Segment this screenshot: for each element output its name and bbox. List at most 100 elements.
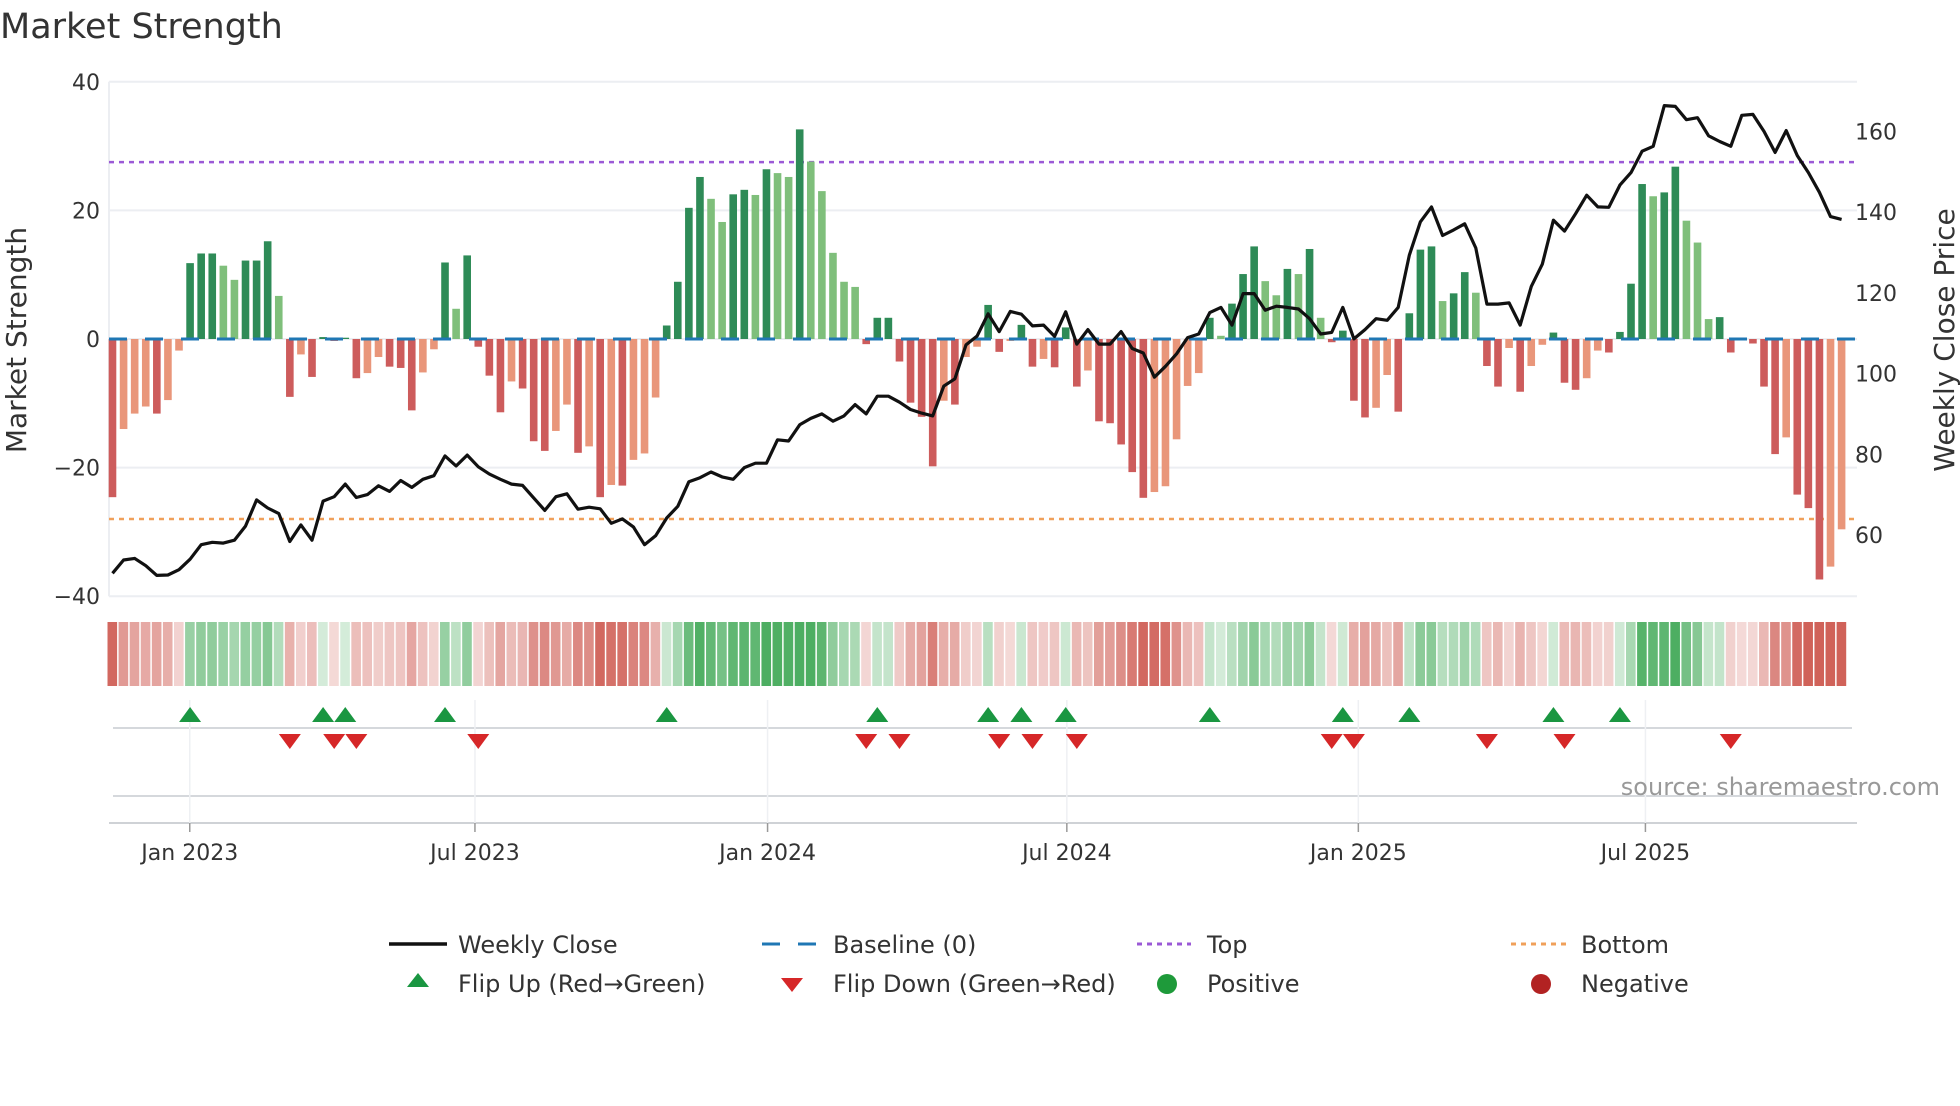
bar-negative <box>1571 339 1580 390</box>
circle-green-icon <box>1157 974 1177 994</box>
strip-cell <box>1836 622 1847 686</box>
strip-cell <box>683 622 694 686</box>
flip-down-marker <box>1065 734 1088 749</box>
bar-negative <box>651 339 660 398</box>
bar-positive <box>784 176 793 339</box>
strip-cell <box>129 622 140 686</box>
strip-cell <box>1293 622 1304 686</box>
strip-cell <box>1082 622 1093 686</box>
strip-cell <box>1027 622 1038 686</box>
strip-cell <box>573 622 583 686</box>
strip-cell <box>174 622 184 686</box>
strip-cell <box>1049 622 1060 686</box>
strip-cell <box>151 622 162 686</box>
strip-cell <box>1249 622 1259 686</box>
bar-positive <box>1460 272 1469 339</box>
triangle-up-icon <box>407 973 429 987</box>
bar-negative <box>1782 339 1790 438</box>
bar-positive <box>441 262 449 339</box>
bar-negative <box>1050 339 1059 368</box>
y2-tick-label: 80 <box>1855 443 1883 468</box>
flip-down-marker <box>467 734 490 749</box>
bar-positive <box>884 317 893 339</box>
bar-positive <box>851 286 859 339</box>
strip-cell <box>1160 622 1171 686</box>
bar-negative <box>108 339 117 498</box>
bar-negative <box>629 339 638 460</box>
bar-positive <box>673 281 682 339</box>
strip-cell <box>1005 622 1015 686</box>
bar-positive <box>1660 192 1669 339</box>
strip-cell <box>373 622 384 686</box>
strip-cell <box>1504 622 1514 686</box>
y-axis-title: Market Strength <box>0 227 33 453</box>
strip-cell <box>1448 622 1459 686</box>
bar-positive <box>773 173 782 339</box>
strip-cell <box>1359 622 1370 686</box>
strip-cell <box>318 622 328 686</box>
strip-cell <box>1659 622 1669 686</box>
strip-cell <box>550 622 561 686</box>
strip-cell <box>772 622 783 686</box>
bar-negative <box>1826 339 1835 567</box>
strip-cell <box>118 622 129 686</box>
strip-cell <box>539 622 550 686</box>
strip-cell <box>1570 622 1581 686</box>
strip-cell <box>1714 622 1725 686</box>
bar-positive <box>718 221 726 339</box>
bar-negative <box>374 339 383 358</box>
bar-negative <box>1749 339 1757 344</box>
strip-cell <box>273 622 284 686</box>
strip-cell <box>584 622 594 686</box>
strip-cell <box>739 622 749 686</box>
strip-cell <box>827 622 838 686</box>
flip-up-marker <box>334 707 357 722</box>
flip-up-marker <box>1010 707 1033 722</box>
strip-cell <box>1803 622 1813 686</box>
strip-cell <box>295 622 306 686</box>
circle-red-icon <box>1531 974 1551 994</box>
bar-negative <box>1383 339 1391 376</box>
flip-up-marker <box>1198 707 1221 722</box>
bar-positive <box>818 191 826 339</box>
bar-negative <box>1804 339 1813 509</box>
bar-negative <box>419 339 427 373</box>
strip-cell <box>351 622 361 686</box>
strip-cell <box>1681 622 1692 686</box>
bar-negative <box>1605 339 1613 353</box>
bar-negative <box>1593 339 1602 351</box>
bar-positive <box>1449 293 1458 339</box>
legend-item-flip-down: Flip Down (Green→Red) <box>781 970 1116 998</box>
bar-negative <box>574 339 582 453</box>
bar-negative <box>1760 339 1768 387</box>
bar-positive <box>274 295 283 339</box>
bar-positive <box>1638 184 1646 339</box>
strip-cell <box>1548 622 1559 686</box>
bar-positive <box>1682 220 1691 339</box>
bar-positive <box>1693 242 1702 339</box>
strip-cell <box>240 622 251 686</box>
bar-positive <box>840 281 848 339</box>
bar-negative <box>607 339 616 485</box>
strip-cell <box>1171 622 1182 686</box>
bar-negative <box>352 339 361 379</box>
strip-cell <box>1193 622 1204 686</box>
strip-cell <box>1071 622 1082 686</box>
strip-cell <box>495 622 506 686</box>
strip-cell <box>1692 622 1703 686</box>
bar-negative <box>119 339 128 430</box>
bar-positive <box>252 260 261 339</box>
strip-cell <box>639 622 650 686</box>
bar-negative <box>1361 339 1369 418</box>
bar-negative <box>430 339 438 350</box>
y2-axis-title: Weekly Close Price <box>1928 208 1960 471</box>
strip-cell <box>672 622 683 686</box>
bar-negative <box>1106 339 1114 424</box>
bar-negative <box>141 339 150 407</box>
y-tick-label: 0 <box>86 328 100 353</box>
bar-negative <box>618 339 627 486</box>
flip-down-marker <box>1320 734 1343 749</box>
strip-cell <box>650 622 661 686</box>
market-strength-chart: Market Strength 40 20 0 −20 −40 160 140 120 100 8… <box>0 7 1960 998</box>
strip-cell <box>1603 622 1614 686</box>
